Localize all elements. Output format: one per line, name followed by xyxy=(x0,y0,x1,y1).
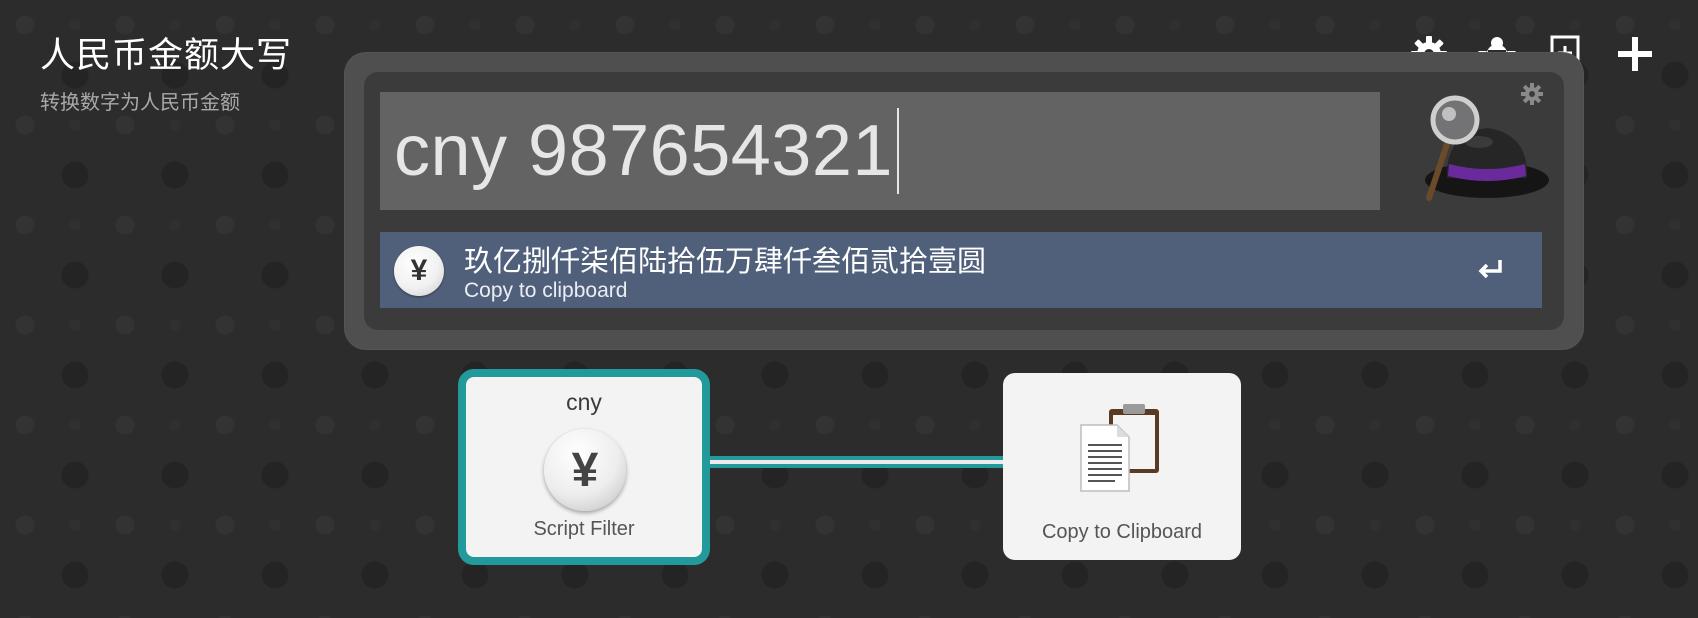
yen-icon: ¥ xyxy=(394,246,444,296)
add-object-button[interactable] xyxy=(1611,30,1659,78)
copy-to-clipboard-node[interactable]: Copy to Clipboard xyxy=(1003,373,1241,560)
return-key-icon xyxy=(1478,260,1502,279)
node-keyword: cny xyxy=(566,389,602,415)
node-label: Script Filter xyxy=(533,518,635,540)
workflow-connection[interactable] xyxy=(708,456,1006,468)
search-input[interactable]: cny 987654321 xyxy=(380,92,1380,210)
text-caret xyxy=(896,108,899,194)
node-label: Copy to Clipboard xyxy=(1041,521,1203,543)
script-filter-node[interactable]: cny ¥ Script Filter xyxy=(458,369,710,565)
result-item[interactable]: ¥ 玖亿捌仟柒佰陆拾伍万肆仟叁佰贰拾壹圆 Copy to clipboard xyxy=(380,232,1542,308)
result-subtitle: Copy to clipboard xyxy=(464,279,628,302)
workflow-header: 人民币金额大写 转换数字为人民币金额 xyxy=(40,34,292,115)
alfred-panel: cny 987654321 ¥ 玖亿捌仟柒佰陆拾伍万肆仟叁佰贰拾壹圆 Copy … xyxy=(364,72,1564,330)
workflow-title: 人民币金额大写 xyxy=(40,36,293,76)
workflow-subtitle: 转换数字为人民币金额 xyxy=(40,90,240,114)
alfred-hat-logo-icon xyxy=(1425,95,1549,201)
clipboard-icon xyxy=(1080,404,1159,492)
result-title: 玖亿捌仟柒佰陆拾伍万肆仟叁佰贰拾壹圆 xyxy=(464,244,987,278)
yen-icon: ¥ xyxy=(544,429,626,511)
plus-icon xyxy=(1618,37,1652,71)
search-query: cny 987654321 xyxy=(394,111,893,191)
alfred-window: cny 987654321 ¥ 玖亿捌仟柒佰陆拾伍万肆仟叁佰贰拾壹圆 Copy … xyxy=(344,52,1584,350)
